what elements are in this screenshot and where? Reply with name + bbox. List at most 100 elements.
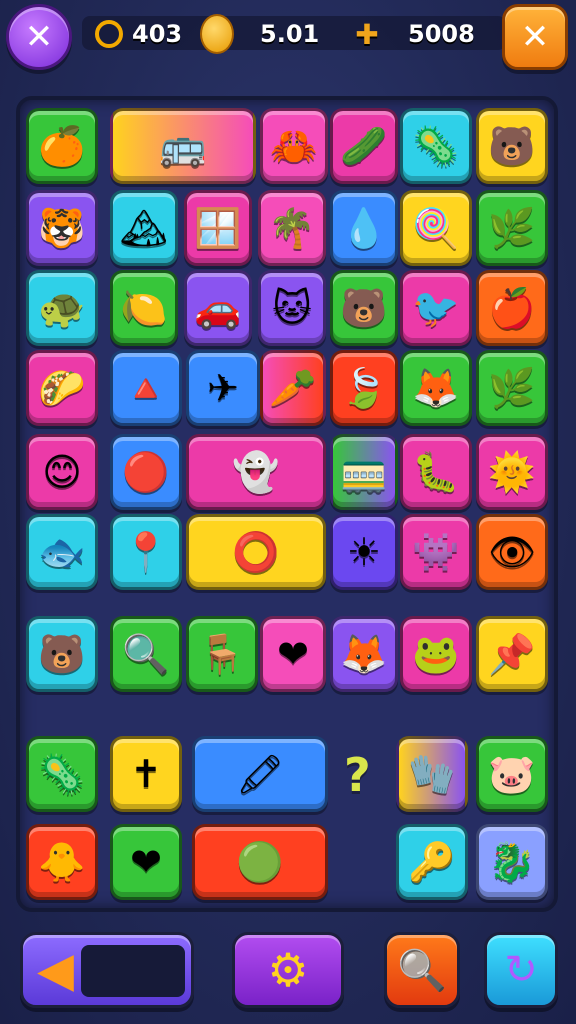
tile-ring-icon: ⭕ bbox=[232, 530, 280, 574]
tile-smiley[interactable]: 😊 bbox=[26, 434, 98, 510]
tile-tiger[interactable]: 🐯 bbox=[26, 190, 98, 266]
tile-big-leaf[interactable]: 🍃 bbox=[330, 350, 398, 426]
tile-turtle[interactable]: 🐢 bbox=[26, 270, 98, 346]
tile-cone[interactable]: 🔺 bbox=[110, 350, 182, 426]
tile-seahorse-icon: 🐉 bbox=[488, 840, 536, 884]
tile-apple[interactable]: 🍎 bbox=[476, 270, 548, 346]
score-value: 5008 bbox=[408, 20, 475, 48]
tile-airplane[interactable]: ✈ bbox=[186, 350, 260, 426]
tile-lemon[interactable]: 🍋 bbox=[110, 270, 178, 346]
tile-orange-fruit[interactable]: 🍊 bbox=[26, 108, 98, 184]
tile-pickle-icon: 🥒 bbox=[340, 124, 388, 168]
tile-turtle-icon: 🐢 bbox=[38, 286, 86, 330]
bottom-bar: ◀ ⚙ 🔍 ↻ bbox=[0, 924, 576, 1024]
tile-glove[interactable]: 🧤 bbox=[396, 736, 468, 812]
tile-red-ball[interactable]: 🔴 bbox=[110, 434, 182, 510]
tile-pickle[interactable]: 🥒 bbox=[330, 108, 398, 184]
close-button[interactable]: ✕ bbox=[6, 4, 72, 70]
shuffle-button[interactable]: ↻ bbox=[484, 932, 558, 1008]
tile-sun-icon: ☀ bbox=[346, 530, 382, 574]
tile-seahorse[interactable]: 🐉 bbox=[476, 824, 548, 900]
tile-bear-face[interactable]: 🐻 bbox=[330, 270, 398, 346]
tile-crayon-icon: 🖍 bbox=[235, 752, 285, 796]
tile-bus[interactable]: 🚌 bbox=[110, 108, 256, 184]
tile-fish[interactable]: 🐟 bbox=[26, 514, 98, 590]
tile-palm[interactable]: 🌴 bbox=[258, 190, 326, 266]
tile-key-fish[interactable]: 🔑 bbox=[396, 824, 468, 900]
gold-counter: 5.01 bbox=[200, 14, 319, 54]
tile-orange-monster-icon: 👾 bbox=[412, 530, 460, 574]
tile-green-bug[interactable]: 🐛 bbox=[400, 434, 472, 510]
tile-taco[interactable]: 🌮 bbox=[26, 350, 98, 426]
tile-tiger-icon: 🐯 bbox=[38, 206, 86, 250]
tile-red-ball-icon: 🔴 bbox=[122, 450, 170, 494]
tile-crab[interactable]: 🦀 bbox=[260, 108, 328, 184]
tile-mountain[interactable]: 🏔 bbox=[110, 190, 178, 266]
tile-orange-fruit-icon: 🍊 bbox=[38, 124, 86, 168]
tile-pink-drop-icon: 💧 bbox=[340, 206, 388, 250]
tile-blue-ghost[interactable]: 👻 bbox=[186, 434, 326, 510]
tile-fox[interactable]: 🦊 bbox=[330, 616, 398, 692]
tile-fern[interactable]: 🌿 bbox=[476, 350, 548, 426]
tile-lollipop[interactable]: 🍭 bbox=[400, 190, 472, 266]
tile-green-bug-icon: 🐛 bbox=[412, 450, 460, 494]
tile-green-blob[interactable]: 🦠 bbox=[400, 108, 472, 184]
tile-eye[interactable]: 👁 bbox=[476, 514, 548, 590]
tile-bus-icon: 🚌 bbox=[159, 124, 207, 168]
tile-orange-monster[interactable]: 👾 bbox=[400, 514, 472, 590]
tile-yellow-critter-icon: 🐥 bbox=[38, 840, 86, 884]
tile-heart-pink[interactable]: ❤ bbox=[260, 616, 326, 692]
tile-carrot[interactable]: 🥕 bbox=[260, 350, 326, 426]
tile-green-monster[interactable]: 🟢 bbox=[192, 824, 328, 900]
tile-cat[interactable]: 🐱 bbox=[258, 270, 326, 346]
tile-pin[interactable]: 📍 bbox=[110, 514, 182, 590]
tile-orange-critter[interactable]: 🦊 bbox=[400, 350, 472, 426]
tile-crayon[interactable]: 🖍 bbox=[192, 736, 328, 812]
tile-green-blob-icon: 🦠 bbox=[412, 124, 460, 168]
tile-virus-icon: 🦠 bbox=[38, 752, 86, 796]
tile-green-face[interactable]: 🐸 bbox=[400, 616, 472, 692]
tile-red-bear[interactable]: 🐻 bbox=[26, 616, 98, 692]
tile-pin-top[interactable]: 📌 bbox=[476, 616, 548, 692]
tile-window-icon: 🪟 bbox=[194, 206, 242, 250]
game-board: 🍊 🚌 🦀 🥒 🦠 🐻 🐯 🏔 🪟 🌴 💧 🍭 🌿 🐢 🍋 🚗 🐱 🐻 🐦 🍎 🌮 🔺 ✈ 🥕 🍃 🦊 🌿 😊 🔴 👻 🚃 🐛 🌞 🐟 📍 ⭕ ☀ 👾 👁 🐻… bbox=[16, 96, 558, 912]
hint-button[interactable]: 🔍 bbox=[384, 932, 460, 1008]
tile-magnifier[interactable]: 🔍 bbox=[110, 616, 182, 692]
tile-leaf[interactable]: 🌿 bbox=[476, 190, 548, 266]
tile-pink-drop[interactable]: 💧 bbox=[330, 190, 398, 266]
tile-blue-bird-icon: 🐦 bbox=[412, 286, 460, 330]
tile-car[interactable]: 🚗 bbox=[184, 270, 252, 346]
tile-virus[interactable]: 🦠 bbox=[26, 736, 98, 812]
tile-sun[interactable]: ☀ bbox=[330, 514, 398, 590]
tile-taco-icon: 🌮 bbox=[38, 366, 86, 410]
tile-table[interactable]: 🪑 bbox=[186, 616, 258, 692]
tile-magnifier-icon: 🔍 bbox=[122, 632, 170, 676]
score-counter: ✚ 5008 bbox=[350, 14, 475, 54]
tile-green-monster-icon: 🟢 bbox=[236, 840, 284, 884]
back-arrow-icon: ◀ bbox=[37, 942, 74, 998]
tile-cross[interactable]: ✝ bbox=[110, 736, 182, 812]
tile-window[interactable]: 🪟 bbox=[184, 190, 252, 266]
tile-ring[interactable]: ⭕ bbox=[186, 514, 326, 590]
tile-blue-bird[interactable]: 🐦 bbox=[400, 270, 472, 346]
coins-value: 403 bbox=[132, 20, 183, 48]
tile-pink-bear[interactable]: 🐻 bbox=[476, 108, 548, 184]
tile-train[interactable]: 🚃 bbox=[330, 434, 398, 510]
tile-blue-ghost-icon: 👻 bbox=[232, 450, 280, 494]
tile-heart-red[interactable]: ❤ bbox=[110, 824, 182, 900]
settings-button[interactable]: ⚙ bbox=[232, 932, 344, 1008]
tile-apple-icon: 🍎 bbox=[488, 286, 536, 330]
tile-leaf-icon: 🌿 bbox=[488, 206, 536, 250]
tile-car-icon: 🚗 bbox=[194, 286, 242, 330]
tile-orange-critter-icon: 🦊 bbox=[412, 366, 460, 410]
exit-button[interactable]: ✕ bbox=[502, 4, 568, 70]
tile-sun-face-icon: 🌞 bbox=[488, 450, 536, 494]
tile-cross-icon: ✝ bbox=[130, 752, 162, 796]
tile-fern-icon: 🌿 bbox=[488, 366, 536, 410]
coin-ring-icon bbox=[92, 17, 126, 51]
tile-pig[interactable]: 🐷 bbox=[476, 736, 548, 812]
tile-sun-face[interactable]: 🌞 bbox=[476, 434, 548, 510]
top-hud: ✕ 403 5.01 ✚ 5008 ✕ bbox=[0, 0, 576, 70]
tile-yellow-critter[interactable]: 🐥 bbox=[26, 824, 98, 900]
back-button[interactable]: ◀ bbox=[20, 932, 194, 1008]
